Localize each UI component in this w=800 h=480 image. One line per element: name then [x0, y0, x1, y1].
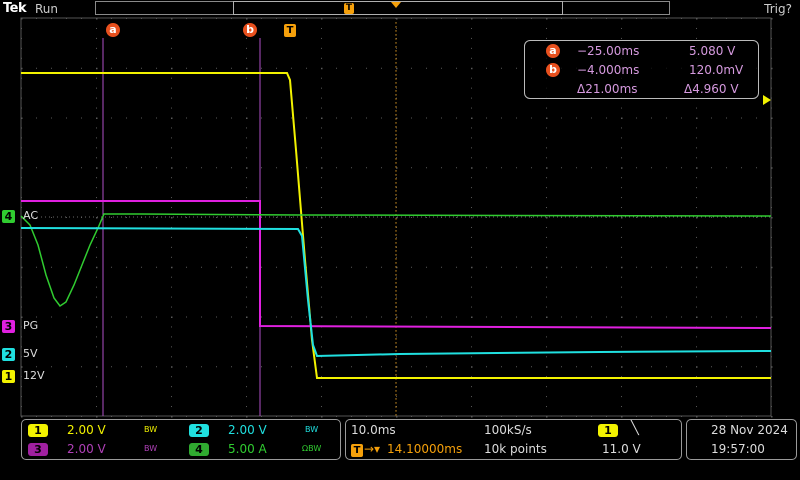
- cursor-delta-time: Δ21.00ms: [577, 82, 638, 96]
- cursor-a-time: −25.00ms: [577, 44, 640, 58]
- trigger-level-marker: [763, 95, 771, 105]
- time-per-division: 10.0ms: [351, 423, 396, 437]
- cursor-a-tag[interactable]: a: [106, 23, 120, 37]
- ch2-scale: 2.00 V: [228, 423, 267, 437]
- ch2-marker[interactable]: 2: [2, 348, 15, 361]
- trigger-tag[interactable]: T: [284, 24, 296, 37]
- trigger-position-tag: T: [351, 444, 363, 457]
- ch2-label: 5V: [23, 347, 38, 360]
- ch2-bw-limit: BW: [305, 425, 319, 434]
- ch3-bw-limit: BW: [144, 444, 158, 453]
- readout-b-tag: b: [546, 63, 560, 77]
- ch3-label: PG: [23, 319, 39, 332]
- ch3-marker[interactable]: 3: [2, 320, 15, 333]
- ch3-scale-badge[interactable]: 3: [28, 443, 48, 456]
- ch4-scale-badge[interactable]: 4: [189, 443, 209, 456]
- ch1-label: 12V: [23, 369, 45, 382]
- datetime-display: 28 Nov 2024 19:57:00: [686, 419, 797, 460]
- ch1-marker[interactable]: 1: [2, 370, 15, 383]
- trigger-level: 11.0 V: [602, 442, 641, 456]
- ch4-bw-limit: ΩBW: [302, 444, 322, 453]
- cursor-b-tag[interactable]: b: [243, 23, 257, 37]
- cursor-readout[interactable]: a −25.00ms 5.080 V b −4.000ms 120.0mV Δ2…: [524, 40, 759, 99]
- ch1-scale-badge[interactable]: 1: [28, 424, 48, 437]
- ch4-label: AC: [23, 209, 39, 222]
- cursor-delta-value: Δ4.960 V: [684, 82, 739, 96]
- ch1-bw-limit: BW: [144, 425, 158, 434]
- cursor-b-value: 120.0mV: [689, 63, 744, 77]
- sample-rate: 100kS/s: [484, 423, 532, 437]
- ch1-scale: 2.00 V: [67, 423, 106, 437]
- ch3-waveform: [21, 200, 772, 329]
- clock-time: 19:57:00: [711, 442, 765, 456]
- vertical-settings[interactable]: 1 2.00 V BW 2 2.00 V BW 3 2.00 V BW 4 5.…: [21, 419, 341, 460]
- cursor-a-value: 5.080 V: [689, 44, 736, 58]
- ch4-marker[interactable]: 4: [2, 210, 15, 223]
- date: 28 Nov 2024: [711, 423, 788, 437]
- trigger-position: 14.10000ms: [387, 442, 463, 456]
- ch2-scale-badge[interactable]: 2: [189, 424, 209, 437]
- readout-a-tag: a: [546, 44, 560, 58]
- ch3-scale: 2.00 V: [67, 442, 106, 456]
- cursor-b-time: −4.000ms: [577, 63, 640, 77]
- ch4-scale: 5.00 A: [228, 442, 267, 456]
- record-length: 10k points: [484, 442, 547, 456]
- horizontal-trigger-settings[interactable]: 10.0ms 100kS/s T →▾ 14.10000ms 10k point…: [345, 419, 682, 460]
- trigger-source-badge[interactable]: 1: [598, 424, 618, 437]
- trigger-delay-arrow-icon: →▾: [364, 442, 381, 456]
- falling-edge-icon: ╲: [631, 421, 639, 436]
